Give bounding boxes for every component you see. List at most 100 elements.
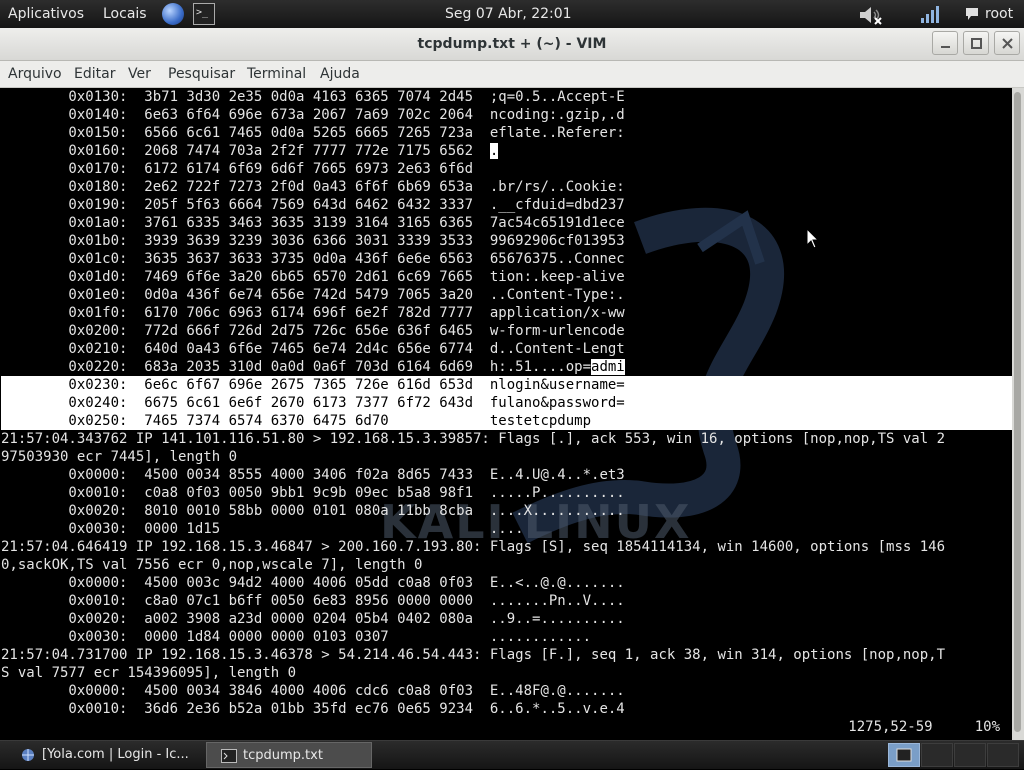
terminal-line: 0x01b0: 3939 3639 3239 3036 6366 3031 33…: [1, 232, 1012, 250]
menu-ver[interactable]: Ver: [128, 61, 151, 87]
menu-ajuda[interactable]: Ajuda: [320, 61, 360, 87]
terminal-line: 0x0160: 2068 7474 703a 2f2f 7777 772e 71…: [1, 142, 1012, 160]
terminal-text: 0x0180: 2e62 722f 7273 2f0d 0a43 6f6f 6b…: [1, 179, 625, 195]
terminal-text: 0x0140: 6e63 6f64 696e 673a 2067 7a69 70…: [1, 107, 625, 123]
terminal-line: 0x0220: 683a 2035 310d 0a0d 0a6f 703d 61…: [1, 358, 1012, 376]
terminal-line: 0x0000: 4500 0034 3846 4000 4006 cdc6 c0…: [1, 682, 1012, 700]
terminal-text: 0x01f0: 6170 706c 6963 6174 696f 6e2f 78…: [1, 305, 625, 321]
vim-statusline: 1275,52-59 10%: [848, 719, 1000, 735]
task-terminal[interactable]: tcpdump.txt: [206, 742, 372, 768]
terminal-line: 0x0250: 7465 7374 6574 6370 6475 6d70 te…: [1, 412, 1012, 430]
terminal-line: 0x0010: c8a0 07c1 b6ff 0050 6e83 8956 00…: [1, 592, 1012, 610]
terminal-line: 0x0140: 6e63 6f64 696e 673a 2067 7a69 70…: [1, 106, 1012, 124]
terminal-line: 0x01c0: 3635 3637 3633 3735 0d0a 436f 6e…: [1, 250, 1012, 268]
terminal-line: 0x0190: 205f 5f63 6664 7569 643d 6462 64…: [1, 196, 1012, 214]
terminal-text: 21:57:04.731700 IP 192.168.15.3.46378 > …: [1, 647, 946, 663]
workspace-4[interactable]: [987, 743, 1019, 767]
terminal-text: 0x0240: 6675 6c61 6e6f 2670 6173 7377 6f…: [1, 395, 625, 411]
task-browser[interactable]: [Yola.com | Login - Ic...: [6, 742, 204, 768]
terminal-line: 0,sackOK,TS val 7556 ecr 0,nop,wscale 7]…: [1, 556, 1012, 574]
terminal-text: 0x0220: 683a 2035 310d 0a0d 0a6f 703d 61…: [1, 359, 592, 375]
mouse-cursor-icon: [806, 228, 820, 249]
terminal-line: 0x0030: 0000 1d15 ....: [1, 520, 1012, 538]
terminal-text: 0x0000: 4500 003c 94d2 4000 4006 05dd c0…: [1, 575, 625, 591]
terminal-text: 21:57:04.343762 IP 141.101.116.51.80 > 1…: [1, 431, 946, 447]
terminal-line: 0x0130: 3b71 3d30 2e35 0d0a 4163 6365 70…: [1, 88, 1012, 106]
terminal-line: 0x0000: 4500 0034 8555 4000 3406 f02a 8d…: [1, 466, 1012, 484]
bottom-panel: [Yola.com | Login - Ic... tcpdump.txt: [0, 740, 1024, 769]
menu-arquivo[interactable]: Arquivo: [8, 61, 62, 87]
terminal-line: 0x0200: 772d 666f 726d 2d75 726c 656e 63…: [1, 322, 1012, 340]
terminal-text: 0x0010: c8a0 07c1 b6ff 0050 6e83 8956 00…: [1, 593, 625, 609]
user-menu[interactable]: root: [985, 0, 1013, 28]
task-terminal-label: tcpdump.txt: [243, 748, 323, 763]
menu-pesquisar[interactable]: Pesquisar: [168, 61, 235, 87]
terminal-line: 0x0240: 6675 6c61 6e6f 2670 6173 7377 6f…: [1, 394, 1012, 412]
places-menu[interactable]: Locais: [103, 0, 147, 28]
terminal-view[interactable]: KALI LINUX 0x0130: 3b71 3d30 2e35 0d0a 4…: [0, 88, 1012, 740]
window-title: tcpdump.txt + (~) - VIM: [417, 36, 607, 52]
terminal-text: 0x0150: 6566 6c61 7465 0d0a 5265 6665 72…: [1, 125, 625, 141]
terminal-line: 97503930 ecr 7445], length 0: [1, 448, 1012, 466]
terminal-text: 0x0020: 8010 0010 58bb 0000 0101 080a 11…: [1, 503, 625, 519]
text-cursor: .: [489, 143, 499, 159]
terminal-text: 21:57:04.646419 IP 192.168.15.3.46847 > …: [1, 539, 946, 555]
close-icon: [1002, 38, 1013, 49]
terminal-line: S val 7577 ecr 154396095], length 0: [1, 664, 1012, 682]
terminal-line: 0x0030: 0000 1d84 0000 0000 0103 0307 ..…: [1, 628, 1012, 646]
terminal-text: 0x0000: 4500 0034 8555 4000 3406 f02a 8d…: [1, 467, 625, 483]
task-browser-label: [Yola.com | Login - Ic...: [42, 747, 189, 762]
terminal-line: 0x0230: 6e6c 6f67 696e 2675 7365 726e 61…: [1, 376, 1012, 394]
terminal-line: 0x0180: 2e62 722f 7273 2f0d 0a43 6f6f 6b…: [1, 178, 1012, 196]
window-titlebar[interactable]: tcpdump.txt + (~) - VIM: [0, 28, 1024, 61]
terminal-icon: [221, 749, 237, 763]
terminal-line: 0x01f0: 6170 706c 6963 6174 696f 6e2f 78…: [1, 304, 1012, 322]
terminal-line: 21:57:04.646419 IP 192.168.15.3.46847 > …: [1, 538, 1012, 556]
terminal-line: 0x01a0: 3761 6335 3463 3635 3139 3164 31…: [1, 214, 1012, 232]
clock[interactable]: Seg 07 Abr, 22:01: [445, 0, 572, 28]
terminal-icon[interactable]: >_: [193, 3, 215, 25]
terminal-text: S val 7577 ecr 154396095], length 0: [1, 665, 297, 681]
terminal-text: 0x0000: 4500 0034 3846 4000 4006 cdc6 c0…: [1, 683, 625, 699]
terminal-text: 0x0230: 6e6c 6f67 696e 2675 7365 726e 61…: [1, 377, 625, 393]
terminal-line: 0x0210: 640d 0a43 6f6e 7465 6e74 2d4c 65…: [1, 340, 1012, 358]
applications-menu[interactable]: Aplicativos: [8, 0, 84, 28]
minimize-button[interactable]: [932, 31, 958, 55]
network-signal-icon[interactable]: [920, 4, 942, 24]
terminal-line: 0x01d0: 7469 6f6e 3a20 6b65 6570 2d61 6c…: [1, 268, 1012, 286]
maximize-button[interactable]: [963, 31, 989, 55]
top-panel: Aplicativos Locais >_ Seg 07 Abr, 22:01 …: [0, 0, 1024, 28]
terminal-text: 0x0250: 7465 7374 6574 6370 6475 6d70 te…: [1, 413, 592, 429]
terminal-text: 0x01d0: 7469 6f6e 3a20 6b65 6570 2d61 6c…: [1, 269, 625, 285]
scrollbar-thumb[interactable]: [1014, 92, 1021, 732]
terminal-text: 0x0010: 36d6 2e36 b52a 01bb 35fd ec76 0e…: [1, 701, 625, 717]
menu-terminal[interactable]: Terminal: [247, 61, 306, 87]
workspace-3[interactable]: [954, 743, 986, 767]
terminal-line: 0x0000: 4500 003c 94d2 4000 4006 05dd c0…: [1, 574, 1012, 592]
terminal-line: 21:57:04.731700 IP 192.168.15.3.46378 > …: [1, 646, 1012, 664]
terminal-text: 0x0030: 0000 1d84 0000 0000 0103 0307 ..…: [1, 629, 592, 645]
terminal-line: 0x0020: a002 3908 a23d 0000 0204 05b4 04…: [1, 610, 1012, 628]
terminal-text: 0x01e0: 0d0a 436f 6e74 656e 742d 5479 70…: [1, 287, 625, 303]
volume-muted-icon[interactable]: [858, 5, 884, 25]
terminal-text: 0x0160: 2068 7474 703a 2f2f 7777 772e 71…: [1, 143, 490, 159]
terminal-text: 0x0190: 205f 5f63 6664 7569 643d 6462 64…: [1, 197, 625, 213]
terminal-text: 0x01c0: 3635 3637 3633 3735 0d0a 436f 6e…: [1, 251, 625, 267]
terminal-text: 0x0170: 6172 6174 6f69 6d6f 7665 6973 2e…: [1, 161, 474, 177]
terminal-line: 21:57:04.343762 IP 141.101.116.51.80 > 1…: [1, 430, 1012, 448]
menu-editar[interactable]: Editar: [74, 61, 115, 87]
workspace-1[interactable]: [888, 743, 920, 767]
terminal-scrollbar[interactable]: [1012, 88, 1024, 740]
terminal-text: 0x01a0: 3761 6335 3463 3635 3139 3164 31…: [1, 215, 625, 231]
globe-icon[interactable]: [162, 3, 184, 25]
terminal-line: 0x0150: 6566 6c61 7465 0d0a 5265 6665 72…: [1, 124, 1012, 142]
terminal-text: 0x0210: 640d 0a43 6f6e 7465 6e74 2d4c 65…: [1, 341, 625, 357]
minimize-icon: [941, 46, 950, 48]
workspace-2[interactable]: [921, 743, 953, 767]
terminal-text: 0,sackOK,TS val 7556 ecr 0,nop,wscale 7]…: [1, 557, 423, 573]
terminal-text: 0x0030: 0000 1d15 ....: [1, 521, 524, 537]
terminal-text: 97503930 ecr 7445], length 0: [1, 449, 238, 465]
maximize-icon: [971, 38, 982, 49]
terminal-line: 0x0010: 36d6 2e36 b52a 01bb 35fd ec76 0e…: [1, 700, 1012, 718]
close-button[interactable]: [994, 31, 1020, 55]
